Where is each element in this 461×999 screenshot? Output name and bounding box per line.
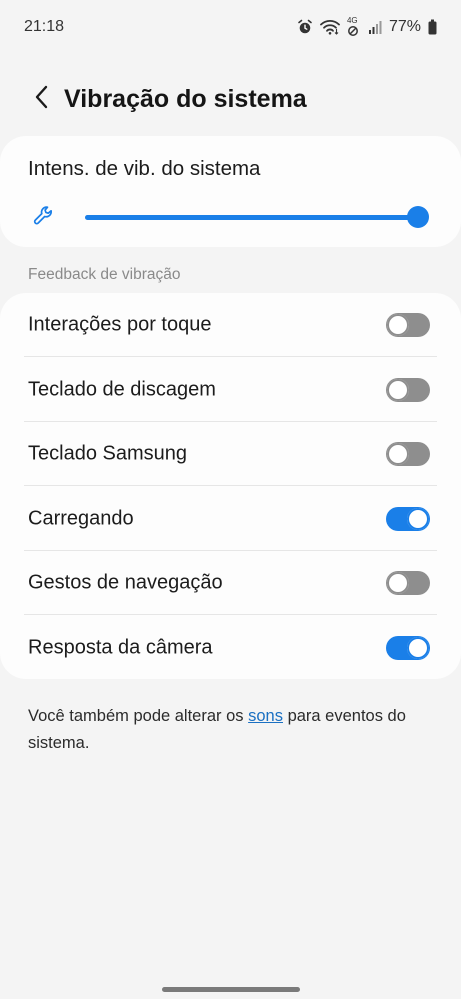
list-item-label: Teclado Samsung [28,442,187,465]
status-bar: 21:18 4G 77% [0,0,461,56]
back-button[interactable] [22,76,62,122]
chevron-left-icon [34,84,50,115]
list-item[interactable]: Teclado Samsung [0,422,461,486]
wifi-icon [320,19,340,35]
toggle-switch[interactable] [386,442,430,466]
footer-text-before: Você também pode alterar os [28,707,249,725]
page-title: Vibração do sistema [64,84,307,113]
footer-text: Você também pode alterar os sons para ev… [28,703,428,757]
signal-icon [368,19,382,35]
toggle-switch[interactable] [386,635,430,660]
slider-thumb[interactable] [407,206,429,228]
toggle-switch[interactable] [386,506,430,531]
alarm-icon [297,19,313,35]
toggle-switch[interactable] [386,377,430,402]
app-header: Vibração do sistema [0,76,461,122]
intensity-slider[interactable] [85,206,429,228]
list-item-label: Gestos de navegação [28,571,223,594]
list-item-label: Interações por toque [28,313,212,336]
list-item-label: Carregando [28,507,134,529]
toggle-switch[interactable] [386,313,430,337]
list-item[interactable]: Carregando [0,487,461,551]
list-item-label: Teclado de discagem [28,378,216,400]
battery-icon [428,19,437,35]
list-item-label: Resposta da câmera [28,636,213,658]
list-item[interactable]: Resposta da câmera [0,616,461,680]
vibration-feedback-list: Interações por toque Teclado de discagem… [0,293,461,679]
list-item[interactable]: Interações por toque [0,293,461,357]
intensity-card: Intens. de vib. do sistema [0,136,461,247]
network-type-label: 4G [346,16,358,25]
sounds-link[interactable]: sons [248,707,283,725]
section-header: Feedback de vibração [28,266,181,283]
list-item[interactable]: Gestos de navegação [0,551,461,615]
list-item[interactable]: Teclado de discagem [0,358,461,422]
intensity-label: Intens. de vib. do sistema [28,157,261,180]
battery-percent: 77% [388,18,421,35]
toggle-switch[interactable] [386,571,430,595]
navigation-handle[interactable] [162,987,300,992]
status-icons: 4G 77% [297,16,437,36]
wrench-icon [32,204,56,228]
data-saver-icon: 4G [346,16,361,36]
slider-fill [85,215,418,220]
status-time: 21:18 [24,18,65,35]
